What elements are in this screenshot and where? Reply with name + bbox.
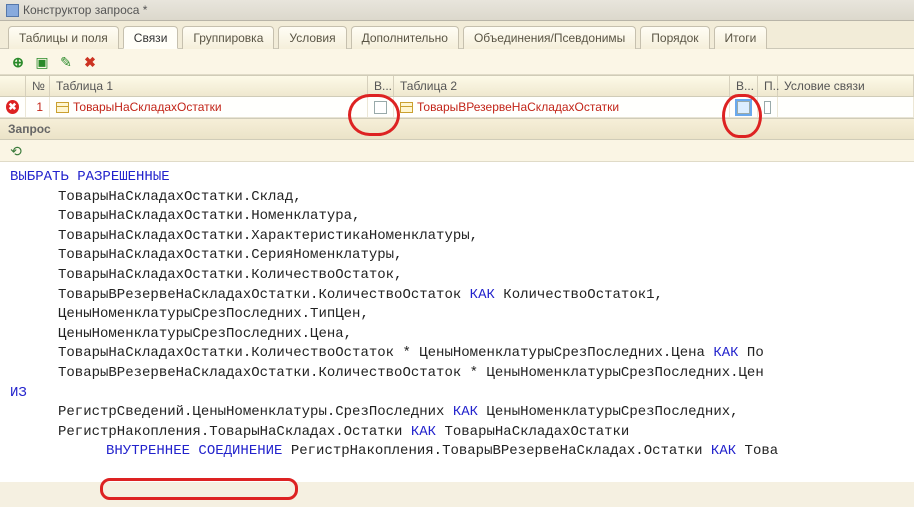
col-header-table1: Таблица 1 bbox=[50, 76, 368, 96]
tab-unions-aliases[interactable]: Объединения/Псевдонимы bbox=[463, 26, 636, 49]
query-constructor-window: Конструктор запроса * Таблицы и поля Свя… bbox=[0, 0, 914, 482]
tab-joins[interactable]: Связи bbox=[123, 26, 179, 49]
query-toolbar: ⟲ bbox=[0, 140, 914, 162]
app-icon bbox=[6, 4, 19, 17]
tab-tables-fields[interactable]: Таблицы и поля bbox=[8, 26, 119, 49]
table-icon bbox=[56, 102, 69, 113]
window-title: Конструктор запроса * bbox=[23, 3, 147, 17]
edit-button[interactable]: ✎ bbox=[56, 52, 76, 72]
row-table1[interactable]: ТоварыНаСкладахОстатки bbox=[50, 97, 368, 117]
col-header-all2: В... bbox=[730, 76, 758, 96]
col-header-all1: В... bbox=[368, 76, 394, 96]
all-checkbox-1[interactable] bbox=[374, 101, 387, 114]
copy-button[interactable]: ▣ bbox=[32, 52, 52, 72]
col-header-no: № bbox=[26, 76, 50, 96]
query-section-label: Запрос bbox=[0, 118, 914, 140]
tabs-bar: Таблицы и поля Связи Группировка Условия… bbox=[0, 21, 914, 49]
refresh-query-button[interactable]: ⟲ bbox=[6, 141, 26, 161]
row-number: 1 bbox=[26, 97, 50, 117]
tab-order[interactable]: Порядок bbox=[640, 26, 709, 49]
tab-grouping[interactable]: Группировка bbox=[182, 26, 274, 49]
tab-totals[interactable]: Итоги bbox=[714, 26, 768, 49]
all-checkbox-2[interactable] bbox=[737, 101, 750, 114]
error-icon: ✖ bbox=[6, 100, 19, 114]
grid-header: № Таблица 1 В... Таблица 2 В... П.. Усло… bbox=[0, 75, 914, 97]
delete-button[interactable]: ✖ bbox=[80, 52, 100, 72]
tab-conditions[interactable]: Условия bbox=[278, 26, 346, 49]
tab-advanced[interactable]: Дополнительно bbox=[351, 26, 459, 49]
query-text[interactable]: ВЫБРАТЬ РАЗРЕШЕННЫЕ ТоварыНаСкладахОстат… bbox=[0, 162, 914, 482]
col-header-condition: Условие связи bbox=[778, 76, 914, 96]
p-checkbox[interactable] bbox=[764, 101, 771, 114]
col-header-p: П.. bbox=[758, 76, 778, 96]
table-icon bbox=[400, 102, 413, 113]
row-table2[interactable]: ТоварыВРезервеНаСкладахОстатки bbox=[394, 97, 730, 117]
join-row[interactable]: ✖ 1 ТоварыНаСкладахОстатки ТоварыВРезерв… bbox=[0, 97, 914, 118]
add-button[interactable]: ⊕ bbox=[8, 52, 28, 72]
window-titlebar: Конструктор запроса * bbox=[0, 0, 914, 21]
row-condition[interactable] bbox=[778, 97, 914, 117]
col-header-table2: Таблица 2 bbox=[394, 76, 730, 96]
joins-toolbar: ⊕ ▣ ✎ ✖ bbox=[0, 49, 914, 75]
